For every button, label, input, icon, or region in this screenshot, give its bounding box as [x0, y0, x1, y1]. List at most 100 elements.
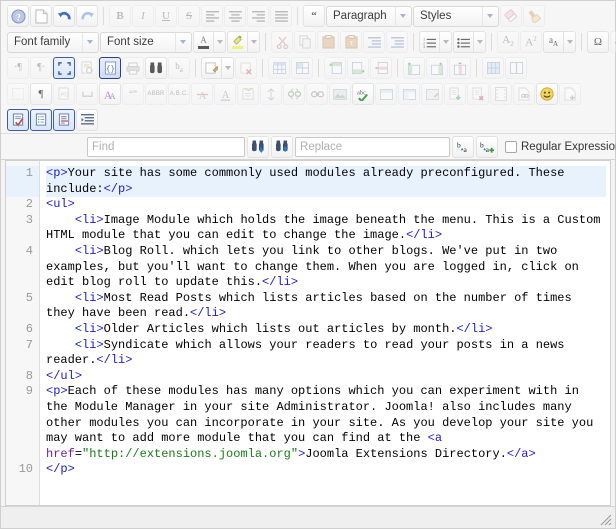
citation-icon[interactable] [237, 83, 259, 105]
iframe-icon[interactable] [375, 83, 397, 105]
table-properties-icon[interactable] [291, 57, 313, 79]
pilcrow-icon[interactable]: ¶ [30, 83, 52, 105]
replace-input[interactable] [295, 136, 450, 157]
bulleted-list-icon[interactable] [453, 31, 473, 53]
preview-icon[interactable] [76, 57, 98, 79]
paragraph-format-select[interactable]: Paragraph [326, 5, 412, 27]
source-compress-icon[interactable] [53, 109, 75, 131]
align-justify-icon[interactable] [270, 5, 292, 27]
paste-icon[interactable] [317, 31, 339, 53]
column-insert-before-icon[interactable] [403, 57, 425, 79]
attribute-icon[interactable] [260, 83, 282, 105]
nonbreaking-space-icon[interactable] [76, 83, 98, 105]
new-document-icon[interactable] [30, 5, 52, 27]
unlink-icon[interactable] [283, 83, 305, 105]
special-character-icon[interactable]: Ω [587, 31, 609, 53]
font-family-select[interactable]: Font family [7, 31, 99, 53]
auto-indent-icon[interactable] [76, 109, 98, 131]
remove-icon[interactable] [235, 57, 257, 79]
undo-icon[interactable] [53, 5, 75, 27]
acronym-icon[interactable]: A.B.C. [168, 83, 190, 105]
numbered-list-picker[interactable]: 123 [419, 31, 452, 53]
chevron-down-icon[interactable] [221, 57, 234, 79]
chevron-down-icon[interactable] [213, 31, 226, 53]
font-size-select[interactable]: Font size [100, 31, 192, 53]
bulleted-list-picker[interactable] [453, 31, 486, 53]
source-code-icon[interactable]: {} [99, 57, 121, 79]
chevron-down-icon[interactable] [247, 31, 260, 53]
redo-icon[interactable] [76, 5, 98, 27]
spellcheck-icon[interactable]: abc [352, 83, 374, 105]
column-insert-after-icon[interactable] [426, 57, 448, 79]
filmstrip-icon[interactable] [490, 83, 512, 105]
validate-icon[interactable] [7, 109, 29, 131]
merge-cells-icon[interactable] [482, 57, 504, 79]
text-color-picker[interactable]: A [193, 31, 226, 53]
document-link-icon[interactable] [513, 83, 535, 105]
anchor-icon[interactable]: aA [543, 31, 563, 53]
source-format-icon[interactable] [30, 109, 52, 131]
paste-text-icon[interactable]: T [340, 31, 362, 53]
abbreviation-icon[interactable]: ABBR [145, 83, 167, 105]
regular-expression-option[interactable]: Regular Expression [505, 140, 616, 153]
indent-icon[interactable] [386, 31, 408, 53]
media-icon[interactable] [421, 83, 443, 105]
delete-text-icon[interactable]: A [191, 83, 213, 105]
underline-icon[interactable]: U [155, 5, 177, 27]
page-break-icon[interactable]: PD [53, 83, 75, 105]
table-icon[interactable] [268, 57, 290, 79]
resize-grip-icon[interactable] [599, 513, 612, 526]
regular-expression-checkbox[interactable] [505, 140, 517, 153]
paragraph-mark-icon[interactable]: ¶· [30, 57, 52, 79]
show-blocks-icon[interactable]: ·¶ [7, 57, 29, 79]
row-delete-icon[interactable] [370, 57, 392, 79]
replace-all-icon[interactable]: ba [476, 135, 498, 158]
replace-icon[interactable]: ba [168, 57, 190, 79]
article-add-icon[interactable] [444, 83, 466, 105]
forecolor-icon[interactable]: A [193, 31, 213, 53]
grid-icon[interactable] [7, 83, 29, 105]
superscript-icon[interactable]: A2 [520, 31, 542, 53]
align-center-icon[interactable] [224, 5, 246, 27]
italic-icon[interactable]: I [132, 5, 154, 27]
find-input[interactable] [87, 136, 245, 157]
edit-picker[interactable] [201, 57, 234, 79]
fullscreen-icon[interactable] [53, 57, 75, 79]
code-content[interactable]: <p>Your site has some commonly used modu… [40, 161, 610, 505]
font-style-icon[interactable]: AA [99, 83, 121, 105]
article-delete-icon[interactable] [467, 83, 489, 105]
insert-text-icon[interactable]: A [214, 83, 236, 105]
column-delete-icon[interactable] [449, 57, 471, 79]
background-color-picker[interactable] [227, 31, 260, 53]
template-icon[interactable] [559, 83, 581, 105]
row-insert-after-icon[interactable] [347, 57, 369, 79]
cut-icon[interactable] [271, 31, 293, 53]
quote-icon[interactable]: “” [122, 83, 144, 105]
align-right-icon[interactable] [247, 5, 269, 27]
styles-select[interactable]: Styles [413, 5, 499, 27]
image-icon[interactable] [329, 83, 351, 105]
link-icon[interactable] [306, 83, 328, 105]
chevron-down-icon[interactable] [563, 31, 576, 53]
print-icon[interactable] [122, 57, 144, 79]
help-icon[interactable]: ? [7, 5, 29, 27]
bold-icon[interactable]: B [109, 5, 131, 27]
eraser-icon[interactable] [500, 5, 522, 27]
find-previous-icon[interactable] [271, 135, 293, 158]
split-cells-icon[interactable] [505, 57, 527, 79]
horizontal-rule-icon[interactable] [610, 31, 616, 53]
subscript-icon[interactable]: A2 [497, 31, 519, 53]
edit-icon[interactable] [201, 57, 221, 79]
search-icon[interactable] [145, 57, 167, 79]
numbered-list-icon[interactable]: 123 [419, 31, 439, 53]
row-insert-before-icon[interactable] [324, 57, 346, 79]
layers-icon[interactable] [398, 83, 420, 105]
emoticon-icon[interactable] [536, 83, 558, 105]
copy-icon[interactable] [294, 31, 316, 53]
outdent-icon[interactable] [363, 31, 385, 53]
chevron-down-icon[interactable] [439, 31, 452, 53]
blockquote-icon[interactable]: “ [303, 5, 325, 27]
find-next-icon[interactable] [247, 135, 269, 158]
replace-one-icon[interactable]: ba [452, 135, 474, 158]
strikethrough-icon[interactable]: S [178, 5, 200, 27]
